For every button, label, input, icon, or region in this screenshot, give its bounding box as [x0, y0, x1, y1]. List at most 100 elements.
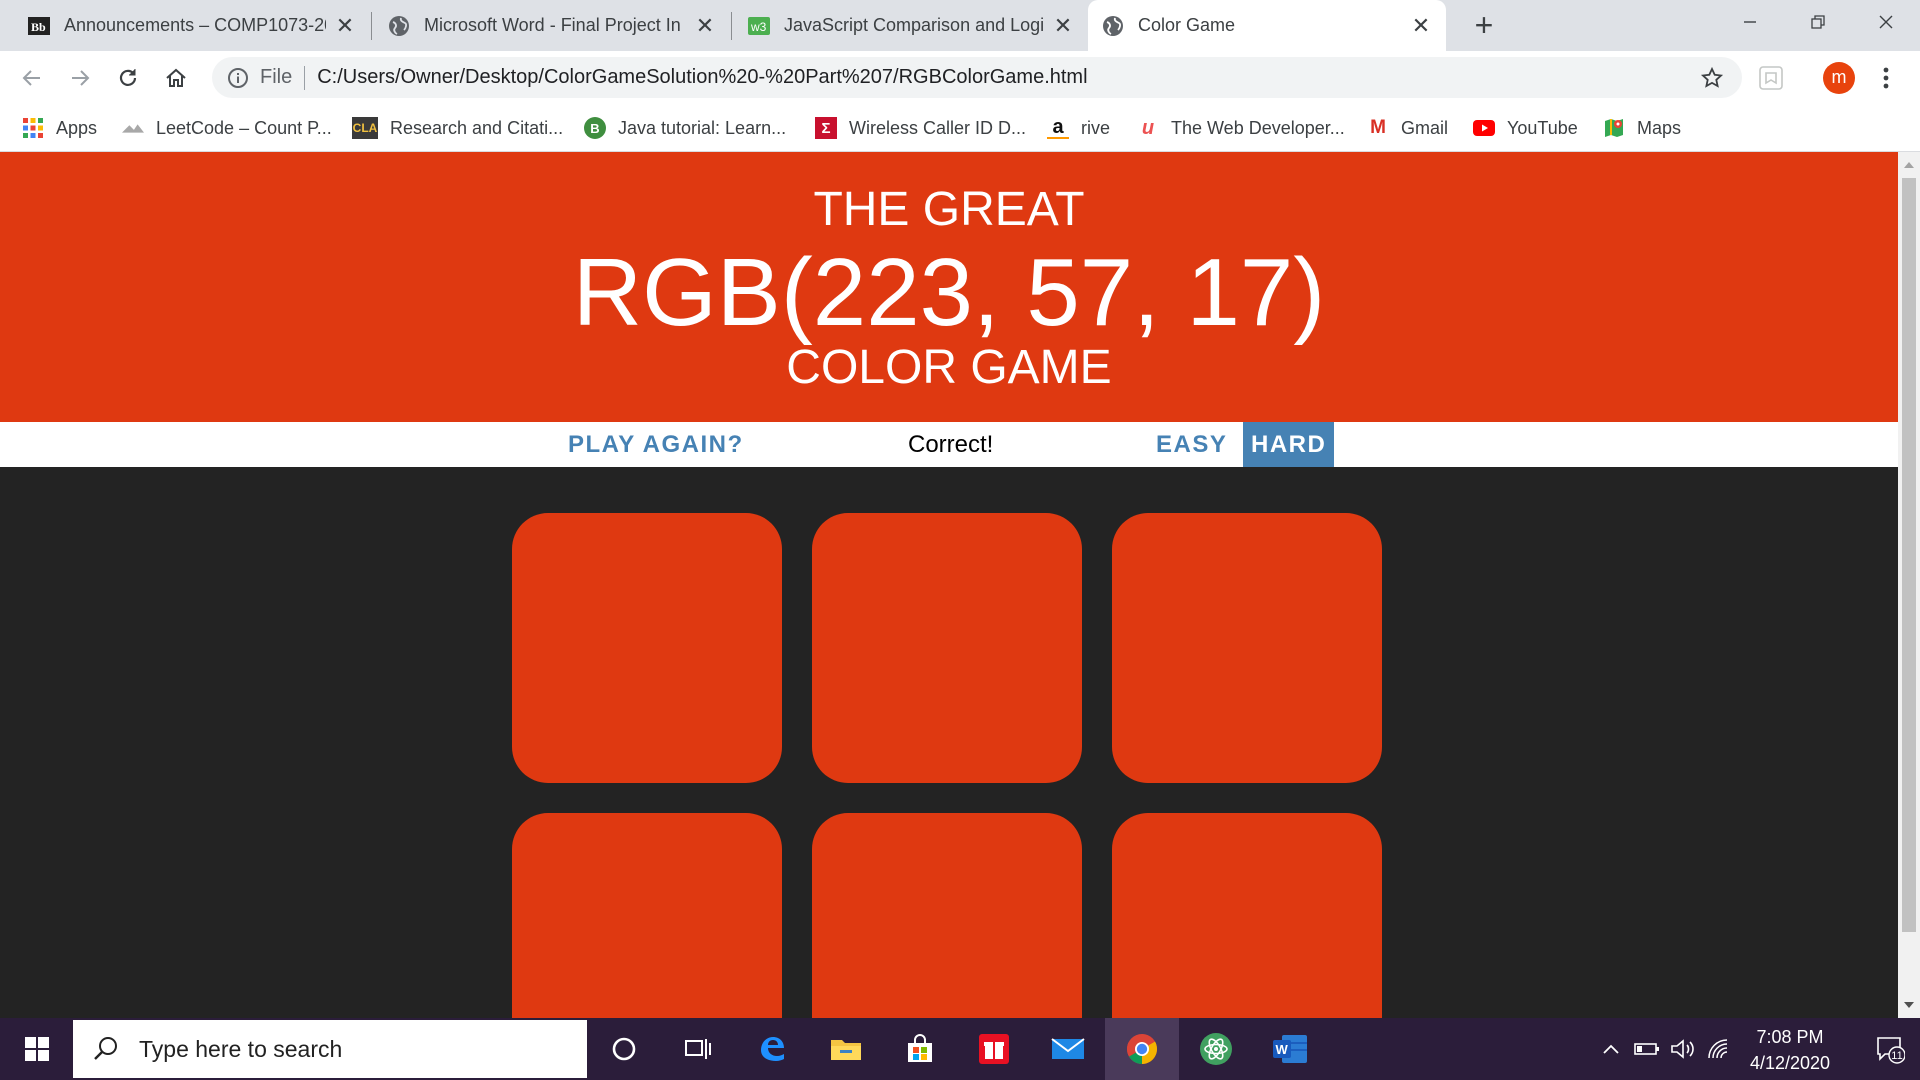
- easy-mode-button[interactable]: EASY: [1148, 422, 1235, 467]
- close-icon[interactable]: ✕: [334, 14, 356, 37]
- chevron-up-icon: [1603, 1044, 1619, 1054]
- bookmark-youtube[interactable]: YouTube: [1473, 116, 1578, 140]
- bookmark-label: The Web Developer...: [1171, 117, 1345, 138]
- extension-icon[interactable]: [1758, 65, 1784, 91]
- bookmark-web-developer[interactable]: u The Web Developer...: [1137, 116, 1345, 140]
- tab-title: Color Game: [1138, 15, 1236, 35]
- color-square[interactable]: [512, 513, 782, 783]
- url-text[interactable]: C:/Users/Owner/Desktop/ColorGameSolution…: [317, 66, 1087, 89]
- color-square[interactable]: [512, 813, 782, 1018]
- clock-date: 4/12/2020: [1749, 1053, 1831, 1073]
- leetcode-icon: [122, 117, 144, 139]
- gift-app-button[interactable]: [957, 1018, 1031, 1080]
- system-clock[interactable]: 7:08 PM 4/12/2020: [1720, 1024, 1860, 1076]
- windows-taskbar: Type here to search W 7:08 PM 4/12/2020 …: [0, 1018, 1920, 1080]
- close-icon[interactable]: ✕: [1052, 14, 1074, 37]
- udemy-icon: u: [1141, 116, 1155, 139]
- bookmark-label: Research and Citati...: [390, 117, 564, 138]
- menu-kebab-icon[interactable]: [1876, 65, 1896, 91]
- tab-word-final-project[interactable]: Microsoft Word - Final Project In ✕: [374, 0, 730, 51]
- battery-button[interactable]: [1630, 1018, 1664, 1080]
- close-icon[interactable]: ✕: [694, 14, 716, 37]
- bookmark-java-tutorial[interactable]: B Java tutorial: Learn...: [584, 116, 786, 140]
- word-button[interactable]: W: [1253, 1018, 1327, 1080]
- color-square[interactable]: [1112, 513, 1382, 783]
- bookmark-label: LeetCode – Count P...: [156, 117, 332, 138]
- tab-javascript-comparison[interactable]: w3 JavaScript Comparison and Logic ✕: [734, 0, 1088, 51]
- atom-button[interactable]: [1179, 1018, 1253, 1080]
- reload-button[interactable]: [114, 64, 142, 92]
- bookmark-label: Wireless Caller ID D...: [849, 117, 1027, 138]
- bookmark-rive[interactable]: a rive: [1047, 116, 1110, 140]
- new-tab-button[interactable]: +: [1466, 8, 1502, 44]
- minimize-icon: [1744, 21, 1756, 23]
- info-icon[interactable]: [226, 66, 250, 90]
- start-button[interactable]: [0, 1018, 74, 1080]
- cortana-button[interactable]: [587, 1018, 661, 1080]
- apps-grid-icon: [22, 117, 44, 139]
- hard-mode-button[interactable]: HARD: [1243, 422, 1335, 467]
- close-icon[interactable]: ✕: [1410, 14, 1432, 37]
- color-square[interactable]: [1112, 813, 1382, 1018]
- globe-icon: [1102, 15, 1124, 37]
- back-button[interactable]: [18, 64, 46, 92]
- arrow-right-icon: [72, 70, 90, 86]
- task-view-button[interactable]: [661, 1018, 735, 1080]
- mail-icon: [1051, 1038, 1085, 1059]
- speaker-icon: [1671, 1039, 1694, 1059]
- home-button[interactable]: [162, 64, 190, 92]
- play-again-button[interactable]: PLAY AGAIN?: [560, 422, 752, 467]
- address-bar[interactable]: File C:/Users/Owner/Desktop/ColorGameSol…: [212, 57, 1742, 98]
- profile-avatar[interactable]: m: [1823, 62, 1855, 94]
- home-icon: [166, 68, 186, 87]
- page-viewport: THE GREAT RGB(223, 57, 17) COLOR GAME PL…: [0, 152, 1898, 1018]
- game-header: THE GREAT RGB(223, 57, 17) COLOR GAME: [0, 152, 1898, 422]
- action-center-button[interactable]: 11: [1860, 1018, 1920, 1080]
- tab-announcements[interactable]: Bb Announcements – COMP1073-20 ✕: [14, 0, 370, 51]
- gift-icon: [979, 1034, 1009, 1064]
- svg-text:w3: w3: [750, 20, 767, 34]
- scrollbar-thumb[interactable]: [1902, 178, 1916, 932]
- scroll-down-icon[interactable]: [1903, 1000, 1915, 1010]
- svg-text:W: W: [1276, 1042, 1289, 1057]
- globe-icon: [388, 15, 410, 37]
- notification-icon: 11: [1877, 1037, 1905, 1064]
- store-button[interactable]: [883, 1018, 957, 1080]
- forward-button[interactable]: [66, 64, 94, 92]
- bookmark-label: Gmail: [1401, 117, 1449, 138]
- show-hidden-icons-button[interactable]: [1596, 1018, 1626, 1080]
- close-window-button[interactable]: [1852, 0, 1920, 44]
- reload-icon: [119, 69, 137, 86]
- bookmark-label: Java tutorial: Learn...: [618, 117, 787, 138]
- minimize-button[interactable]: [1716, 0, 1784, 44]
- mail-button[interactable]: [1031, 1018, 1105, 1080]
- bookmark-leetcode[interactable]: LeetCode – Count P...: [122, 116, 332, 140]
- url-scheme: File: [260, 66, 293, 88]
- chrome-icon: [1126, 1034, 1158, 1064]
- amazon-icon: a: [1047, 116, 1069, 139]
- edge-button[interactable]: [735, 1018, 809, 1080]
- restore-button[interactable]: [1784, 0, 1852, 44]
- chrome-button[interactable]: [1105, 1018, 1179, 1080]
- color-square[interactable]: [812, 513, 1082, 783]
- bookmark-label: Apps: [56, 117, 98, 138]
- bookmark-wireless-caller[interactable]: Σ Wireless Caller ID D...: [815, 116, 1026, 140]
- bookmark-star-icon[interactable]: [1700, 66, 1724, 90]
- page-scrollbar[interactable]: [1898, 152, 1920, 1018]
- tab-title: JavaScript Comparison and Logic: [784, 15, 1044, 35]
- volume-button[interactable]: [1666, 1018, 1700, 1080]
- taskbar-search-box[interactable]: Type here to search: [73, 1020, 587, 1078]
- bookmarks-bar: Apps LeetCode – Count P... CLA Research …: [0, 104, 1920, 152]
- bookmark-maps[interactable]: Maps: [1603, 116, 1681, 140]
- store-icon: [908, 1034, 932, 1062]
- bookmark-gmail[interactable]: M Gmail: [1367, 116, 1448, 140]
- atom-icon: [1200, 1033, 1232, 1065]
- bookmark-research[interactable]: CLA Research and Citati...: [352, 116, 563, 140]
- bookmark-apps[interactable]: Apps: [22, 116, 97, 140]
- cla-icon: CLA: [352, 117, 378, 139]
- file-explorer-button[interactable]: [809, 1018, 883, 1080]
- tab-color-game[interactable]: Color Game ✕: [1088, 0, 1446, 51]
- close-icon: [1879, 15, 1893, 29]
- scroll-up-icon[interactable]: [1903, 160, 1915, 170]
- color-square[interactable]: [812, 813, 1082, 1018]
